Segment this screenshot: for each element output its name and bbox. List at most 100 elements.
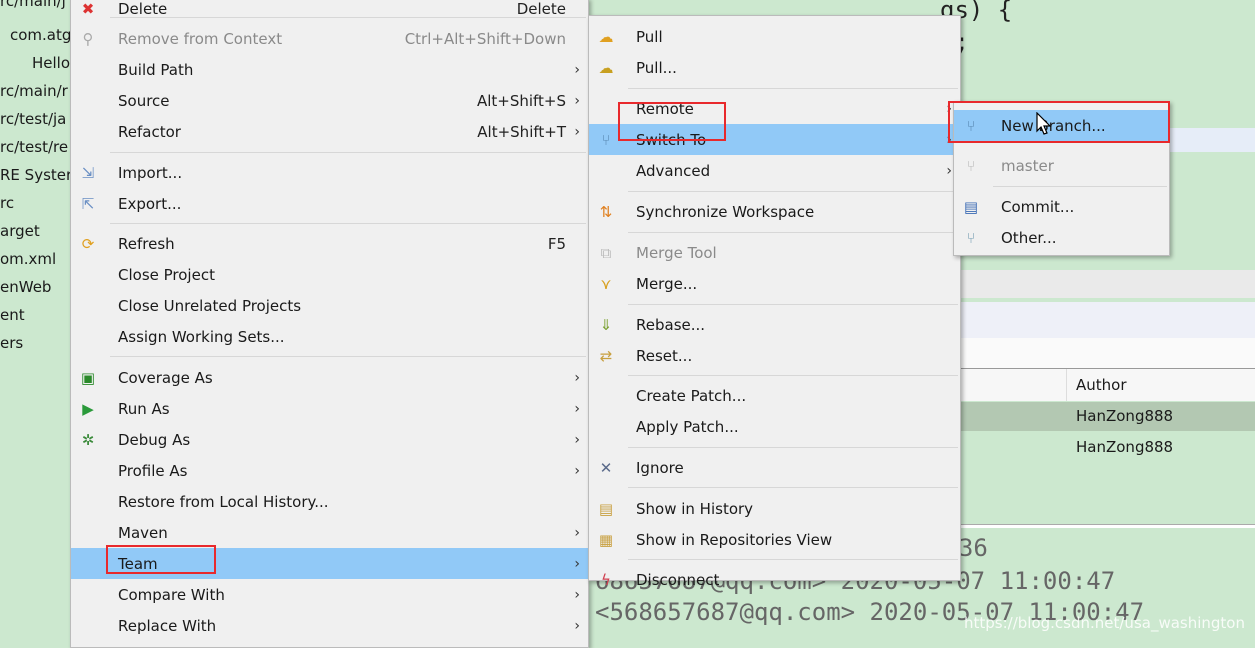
menu-separator [628, 375, 958, 376]
menu-item-synchronize-workspace[interactable]: ⇅ Synchronize Workspace [589, 196, 960, 227]
menu-item-label: Merge Tool [636, 243, 717, 262]
menu-item-build-path[interactable]: Build Path › [71, 54, 588, 85]
coverage-icon: ▣ [80, 368, 96, 387]
menu-item-apply-patch[interactable]: Apply Patch... [589, 411, 960, 442]
chevron-right-icon: › [574, 92, 580, 109]
menu-item-assign-working-sets[interactable]: Assign Working Sets... [71, 321, 588, 352]
tree-item[interactable]: ent [0, 306, 25, 324]
menu-item-reset[interactable]: ⇄ Reset... [589, 340, 960, 371]
menu-separator [993, 186, 1167, 187]
menu-item-show-in-repositories-view[interactable]: ▦ Show in Repositories View [589, 524, 960, 555]
menu-item-import[interactable]: ⇲ Import... [71, 157, 588, 188]
history-table-header: Author [960, 368, 1255, 401]
history-row-selected[interactable]: HanZong888 [960, 402, 1255, 431]
tree-item[interactable]: com.atg [10, 26, 71, 44]
menu-item-source[interactable]: Source Alt+Shift+S › [71, 85, 588, 116]
menu-item-refactor[interactable]: Refactor Alt+Shift+T › [71, 116, 588, 147]
menu-item-other[interactable]: ⑂ Other... [954, 222, 1169, 253]
menu-item-pull[interactable]: ☁ Pull... [589, 52, 960, 83]
menu-item-commit[interactable]: ▤ Commit... [954, 191, 1169, 222]
menu-item-master: ⑂ master [954, 150, 1169, 181]
other-branch-icon: ⑂ [966, 228, 976, 247]
menu-item-restore-from-local-history[interactable]: Restore from Local History... [71, 486, 588, 517]
tree-item[interactable]: RE Syster [0, 166, 72, 184]
menu-item-label: Build Path [118, 60, 194, 79]
tree-item[interactable]: rc/test/ja [0, 110, 66, 128]
menu-item-close-project[interactable]: Close Project [71, 259, 588, 290]
menu-separator [628, 559, 958, 560]
menu-item-label: Compare With [118, 585, 225, 604]
chevron-right-icon: › [574, 524, 580, 541]
chevron-right-icon: › [574, 400, 580, 417]
menu-item-merge[interactable]: ⋎ Merge... [589, 268, 960, 299]
menu-item-compare-with[interactable]: Compare With › [71, 579, 588, 610]
menu-item-label: Import... [118, 163, 183, 182]
menu-item-shortcut: Alt+Shift+T [477, 122, 566, 141]
chevron-right-icon: › [574, 617, 580, 634]
menu-separator [628, 232, 958, 233]
menu-item-label: Advanced [636, 161, 711, 180]
history-spacer [960, 338, 1255, 368]
watermark: https://blog.csdn.net/usa_washington [963, 614, 1245, 632]
menu-item-refresh[interactable]: ⟳ Refresh F5 [71, 228, 588, 259]
menu-item-label: Restore from Local History... [118, 492, 329, 511]
author-column-header[interactable]: Author [1076, 376, 1127, 394]
menu-item-label: Pull... [636, 58, 677, 77]
tree-item[interactable]: rc/main/j [0, 0, 66, 10]
menu-item-advanced[interactable]: Advanced › [589, 155, 960, 186]
pull-icon: ☁ [598, 27, 614, 46]
merge-icon: ⋎ [600, 274, 612, 293]
menu-item-disconnect[interactable]: ϟ Disconnect [589, 564, 960, 595]
mouse-cursor-icon [1036, 112, 1052, 135]
menu-item-ignore[interactable]: ✕ Ignore [589, 452, 960, 483]
menu-item-label: Refresh [118, 234, 175, 253]
menu-item-show-in-history[interactable]: ▤ Show in History [589, 493, 960, 524]
tree-item[interactable]: rc/test/re [0, 138, 68, 156]
menu-item-label: Disconnect [636, 570, 720, 589]
menu-item-label: Ignore [636, 458, 684, 477]
tree-item[interactable]: om.xml [0, 250, 56, 268]
menu-item-debug-as[interactable]: ✲ Debug As › [71, 424, 588, 455]
author-cell: HanZong888 [1076, 407, 1174, 425]
menu-item-label: Other... [1001, 228, 1057, 247]
branch-icon: ⑂ [966, 156, 976, 175]
menu-item-create-patch[interactable]: Create Patch... [589, 380, 960, 411]
tree-item[interactable]: Hello [32, 54, 70, 72]
menu-item-export[interactable]: ⇱ Export... [71, 188, 588, 219]
menu-separator [628, 191, 958, 192]
menu-item-label: Debug As [118, 430, 191, 449]
menu-item-delete[interactable]: ✖ Delete Delete [71, 0, 588, 24]
menu-item-close-unrelated-projects[interactable]: Close Unrelated Projects [71, 290, 588, 321]
menu-item-label: Assign Working Sets... [118, 327, 285, 346]
menu-item-coverage-as[interactable]: ▣ Coverage As › [71, 362, 588, 393]
chevron-right-icon: › [574, 61, 580, 78]
rebase-icon: ⇓ [599, 315, 613, 334]
menu-item-replace-with[interactable]: Replace With › [71, 610, 588, 641]
merge-tool-icon: ⧉ [600, 243, 612, 262]
menu-item-maven[interactable]: Maven › [71, 517, 588, 548]
menu-item-profile-as[interactable]: Profile As › [71, 455, 588, 486]
menu-item-label: Show in Repositories View [636, 530, 833, 549]
project-explorer-tree: rc/main/j com.atg Hello rc/main/r rc/test/ja… [0, 0, 72, 644]
tree-item[interactable]: ers [0, 334, 23, 352]
menu-item-label: Close Unrelated Projects [118, 296, 302, 315]
menu-item-shortcut: Ctrl+Alt+Shift+Down [404, 29, 566, 48]
tree-item[interactable]: rc [0, 194, 14, 212]
menu-item-label: Coverage As [118, 368, 213, 387]
menu-item-label: Delete [118, 0, 168, 18]
run-icon: ▶ [82, 399, 94, 418]
menu-item-pull[interactable]: ☁ Pull [589, 21, 960, 52]
pull-dialog-icon: ☁ [598, 58, 614, 77]
menu-item-run-as[interactable]: ▶ Run As › [71, 393, 588, 424]
tree-item[interactable]: enWeb [0, 278, 51, 296]
menu-item-label: Pull [636, 27, 663, 46]
menu-item-rebase[interactable]: ⇓ Rebase... [589, 309, 960, 340]
menu-item-label: Close Project [118, 265, 215, 284]
delete-icon: ✖ [81, 0, 95, 18]
chevron-right-icon: › [574, 462, 580, 479]
tree-item[interactable]: rc/main/r [0, 82, 68, 100]
annotation-new-branch [948, 101, 1170, 143]
tree-item[interactable]: arget [0, 222, 40, 240]
history-icon: ▤ [598, 499, 614, 518]
history-row[interactable]: HanZong888 [960, 433, 1255, 462]
